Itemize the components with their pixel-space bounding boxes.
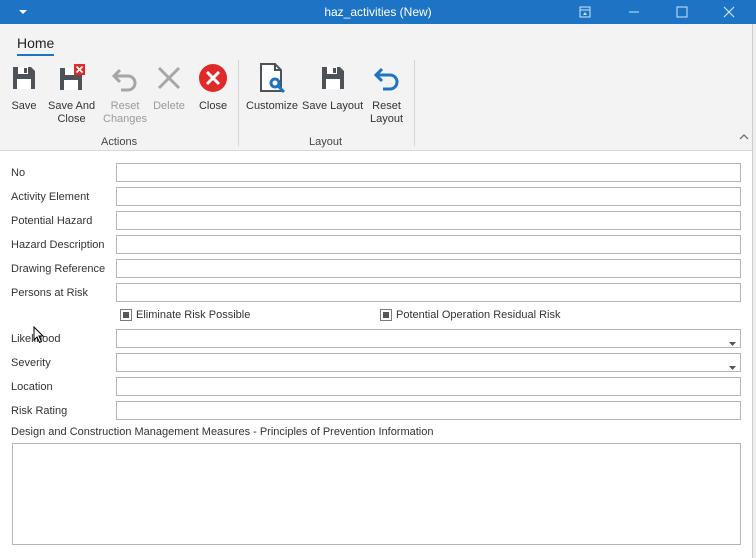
- save-icon: [8, 62, 40, 94]
- save-and-close-label: Save And Close: [48, 100, 96, 125]
- close-button[interactable]: Close: [197, 62, 229, 113]
- group-separator: [414, 60, 415, 146]
- close-label: Close: [198, 100, 228, 112]
- customize-icon: [256, 62, 288, 94]
- potential-hazard-field[interactable]: [116, 211, 741, 230]
- group-separator: [238, 60, 239, 146]
- location-label: Location: [11, 381, 53, 393]
- residual-risk-label: Potential Operation Residual Risk: [396, 309, 561, 321]
- checkbox-box: [120, 309, 132, 321]
- activity-element-label: Activity Element: [11, 191, 90, 203]
- collapse-ribbon-icon[interactable]: [739, 132, 749, 140]
- delete-button[interactable]: Delete: [153, 62, 185, 113]
- save-label: Save: [11, 100, 37, 112]
- activity-element-field[interactable]: [116, 187, 741, 206]
- save-and-close-icon: [56, 62, 88, 94]
- reset-changes-label: Reset Changes: [103, 100, 148, 125]
- chevron-down-icon[interactable]: [729, 361, 736, 370]
- mouse-cursor-icon: [33, 325, 45, 344]
- risk-rating-label: Risk Rating: [11, 405, 68, 417]
- reset-layout-button[interactable]: Reset Layout: [370, 62, 403, 126]
- save-and-close-button[interactable]: Save And Close: [48, 62, 95, 126]
- tab-underline: [17, 54, 55, 56]
- close-icon: [197, 62, 229, 94]
- reset-layout-icon: [371, 62, 403, 94]
- save-layout-button[interactable]: Save Layout: [302, 62, 363, 113]
- eliminate-risk-checkbox[interactable]: Eliminate Risk Possible: [120, 309, 250, 321]
- drawing-reference-label: Drawing Reference: [11, 263, 106, 275]
- potential-hazard-label: Potential Hazard: [11, 215, 93, 227]
- form-panel: No Activity Element Potential Hazard Haz…: [0, 151, 756, 558]
- save-layout-label: Save Layout: [302, 100, 364, 112]
- residual-risk-checkbox[interactable]: Potential Operation Residual Risk: [380, 309, 560, 321]
- prevention-measures-label: Design and Construction Management Measu…: [11, 426, 434, 438]
- no-field[interactable]: [116, 163, 741, 182]
- save-layout-icon: [317, 62, 349, 94]
- tab-home-label: Home: [17, 35, 55, 51]
- title-bar: haz_activities (New): [0, 0, 756, 24]
- delete-icon: [153, 62, 185, 94]
- hazard-description-label: Hazard Description: [11, 239, 105, 251]
- delete-label: Delete: [153, 100, 185, 112]
- persons-at-risk-label: Persons at Risk: [11, 287, 89, 299]
- eliminate-risk-label: Eliminate Risk Possible: [136, 309, 251, 321]
- undo-icon: [109, 62, 141, 94]
- reset-changes-button[interactable]: Reset Changes: [103, 62, 147, 126]
- tab-home[interactable]: Home: [17, 35, 55, 56]
- maximize-icon[interactable]: [659, 0, 705, 24]
- location-field[interactable]: [116, 377, 741, 396]
- minimize-icon[interactable]: [611, 0, 657, 24]
- checkbox-box: [380, 309, 392, 321]
- persons-at-risk-field[interactable]: [116, 283, 741, 302]
- risk-rating-field[interactable]: [116, 401, 741, 420]
- restore-layout-icon[interactable]: [562, 0, 608, 24]
- hazard-description-field[interactable]: [116, 235, 741, 254]
- chevron-down-icon[interactable]: [729, 337, 736, 346]
- ribbon: Home Save Save And Close Reset Changes D…: [0, 24, 756, 151]
- drawing-reference-field[interactable]: [116, 259, 741, 278]
- save-button[interactable]: Save: [8, 62, 40, 113]
- group-label-actions: Actions: [101, 136, 138, 148]
- customize-label: Customize: [246, 100, 298, 112]
- severity-dropdown[interactable]: [116, 353, 741, 372]
- severity-label: Severity: [11, 357, 51, 369]
- reset-layout-label: Reset Layout: [370, 100, 404, 125]
- no-label: No: [11, 167, 26, 179]
- prevention-measures-textarea[interactable]: [12, 443, 741, 545]
- customize-button[interactable]: Customize: [246, 62, 298, 113]
- group-label-layout: Layout: [309, 136, 343, 148]
- right-edge: [752, 24, 756, 558]
- close-window-icon[interactable]: [706, 0, 752, 24]
- likelihood-dropdown[interactable]: [116, 329, 741, 348]
